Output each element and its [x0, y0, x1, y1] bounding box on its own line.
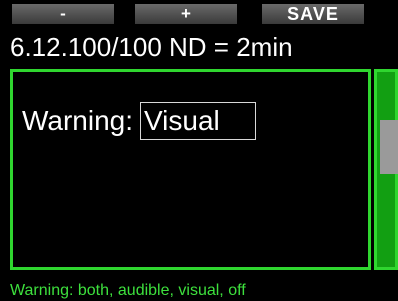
warning-value-field[interactable]: Visual — [140, 102, 257, 140]
warning-setting-row: Warning: Visual — [22, 100, 257, 142]
scrollbar-thumb[interactable] — [380, 120, 398, 174]
save-button[interactable]: SAVE — [262, 4, 364, 24]
settings-panel: Warning: Visual — [10, 69, 371, 270]
decrease-button[interactable]: - — [12, 4, 114, 24]
warning-label: Warning: — [22, 105, 134, 136]
scrollbar[interactable] — [374, 69, 398, 270]
help-text: Warning: both, audible, visual, off — [10, 282, 246, 299]
softkey-bar: - + SAVE — [0, 0, 398, 24]
page-title: 6.12.100/100 ND = 2min — [10, 32, 293, 62]
increase-button[interactable]: + — [135, 4, 237, 24]
